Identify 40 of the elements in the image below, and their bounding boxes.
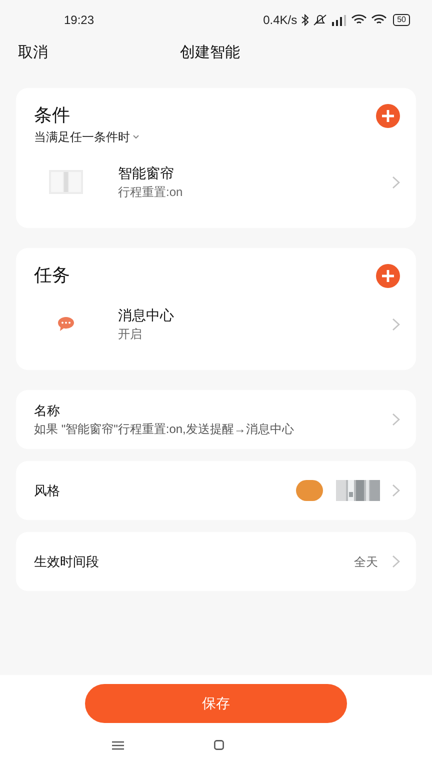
item-detail: 开启	[118, 326, 143, 343]
chat-bubble-icon	[57, 316, 75, 332]
wifi-icon	[351, 14, 368, 26]
list-item[interactable]: 智能窗帘 行程重置:on	[34, 150, 400, 214]
home-icon[interactable]	[214, 740, 224, 750]
bluetooth-icon	[301, 14, 310, 26]
add-icon[interactable]	[376, 264, 400, 288]
chevron-icon	[392, 413, 400, 426]
settings-row[interactable]: 风格	[16, 461, 416, 520]
color-swatch	[296, 480, 323, 501]
row-value: 如果 "智能窗帘"行程重置:on,发送提醒→消息中心	[34, 420, 295, 438]
add-icon[interactable]	[376, 104, 400, 128]
menu-icon[interactable]	[112, 740, 124, 750]
signal-icon	[331, 14, 348, 26]
battery-icon: 50	[393, 14, 410, 26]
settings-row[interactable]: 名称 如果 "智能窗帘"行程重置:on,发送提醒→消息中心	[16, 390, 416, 449]
page-title: 创建智能	[180, 42, 240, 63]
chevron-icon	[392, 555, 400, 568]
row-label: 生效时间段	[34, 552, 100, 571]
cancel-button[interactable]: 取消	[18, 42, 48, 64]
item-detail: 行程重置:on	[118, 184, 184, 201]
settings-row[interactable]: 生效时间段 全天	[16, 532, 416, 591]
row-label: 名称	[34, 402, 61, 420]
chevron-icon	[392, 176, 400, 188]
chevron-icon	[392, 318, 400, 330]
condition-mode-dropdown[interactable]: 当满足任一条件时	[34, 128, 139, 146]
item-name: 智能窗帘	[118, 164, 175, 183]
row-label: 风格	[34, 482, 61, 500]
chevron-icon	[392, 484, 400, 497]
caret-icon	[133, 135, 139, 139]
row-value: 全天	[354, 554, 378, 570]
curtain-icon	[49, 170, 83, 194]
section-title: 任务	[34, 264, 70, 287]
muted-bell-icon	[313, 14, 328, 26]
status-time: 19:23	[64, 12, 94, 29]
section-title: 条件	[34, 104, 71, 127]
wifi-icon	[371, 14, 388, 26]
list-item[interactable]: 消息中心 开启	[34, 292, 400, 356]
item-name: 消息中心	[118, 306, 175, 325]
network-speed: 0.4K/s	[263, 12, 298, 29]
